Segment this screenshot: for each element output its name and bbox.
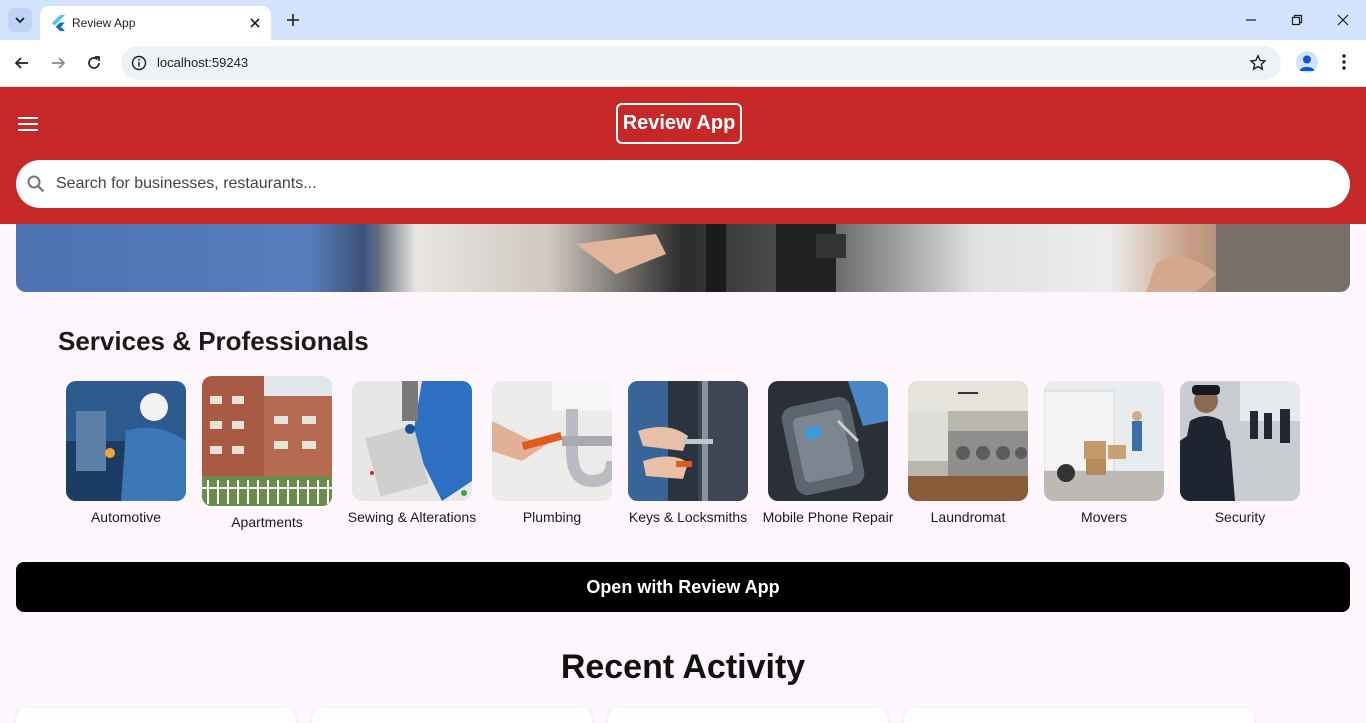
search-bar[interactable] (16, 160, 1350, 208)
security-image (1180, 381, 1300, 501)
plumber-photo (16, 224, 1350, 292)
minimize-button[interactable] (1241, 10, 1261, 30)
url-text: localhost:59243 (157, 55, 249, 70)
service-item-automotive[interactable]: Automotive (66, 381, 186, 525)
browser-menu-button[interactable] (1334, 52, 1354, 72)
activity-card[interactable] (312, 708, 592, 723)
tab-title: Review App (72, 16, 136, 30)
services-section-title: Services & Professionals (58, 326, 369, 356)
close-window-button[interactable] (1333, 10, 1353, 30)
activity-card[interactable] (904, 708, 1254, 723)
new-tab-button[interactable] (283, 10, 303, 30)
phone-repair-image (768, 381, 888, 501)
service-item-locksmiths[interactable]: Keys & Locksmiths (628, 381, 748, 525)
open-with-app-button[interactable]: Open with Review App (16, 562, 1350, 612)
reload-button[interactable] (82, 51, 106, 75)
laundromat-image (908, 381, 1028, 501)
service-item-sewing[interactable]: Sewing & Alterations (348, 381, 476, 525)
arrow-right-icon (52, 57, 66, 69)
minimize-icon (1246, 19, 1256, 21)
service-item-movers[interactable]: Movers (1044, 381, 1164, 525)
info-icon[interactable] (131, 55, 147, 71)
movers-image (1044, 381, 1164, 501)
service-item-laundromat[interactable]: Laundromat (908, 381, 1028, 525)
forward-button[interactable] (46, 51, 70, 75)
activity-card[interactable] (608, 708, 888, 723)
sewing-image (352, 381, 472, 501)
person-icon (1299, 55, 1315, 71)
activity-card[interactable] (16, 708, 296, 723)
locksmith-image (628, 381, 748, 501)
automotive-image (66, 381, 186, 501)
more-vertical-icon (1342, 54, 1346, 70)
hero-banner-image (16, 224, 1350, 292)
chevron-down-icon (15, 17, 25, 24)
address-bar[interactable]: localhost:59243 (121, 46, 1281, 80)
restore-icon (1291, 14, 1303, 26)
service-item-plumbing[interactable]: Plumbing (492, 381, 612, 525)
service-item-phone-repair[interactable]: Mobile Phone Repair (763, 381, 893, 525)
back-button[interactable] (10, 51, 34, 75)
browser-tab[interactable]: Review App (40, 6, 271, 40)
reload-icon (88, 56, 100, 69)
service-item-apartments[interactable]: Apartments (202, 376, 332, 530)
bookmark-star-icon[interactable] (1249, 54, 1267, 72)
search-icon (27, 175, 45, 193)
close-icon (1337, 14, 1349, 26)
profile-avatar-icon[interactable] (1296, 51, 1318, 73)
plus-icon (287, 14, 299, 26)
service-item-security[interactable]: Security (1180, 381, 1300, 525)
app-header: Review App (0, 87, 1366, 224)
search-input[interactable] (56, 160, 1326, 208)
restore-button[interactable] (1287, 10, 1307, 30)
browser-toolbar: localhost:59243 (0, 40, 1366, 87)
plumbing-image (492, 381, 612, 501)
browser-tab-strip: Review App (0, 0, 1366, 40)
recent-activity-title: Recent Activity (560, 648, 806, 686)
service-label: Security (1214, 509, 1266, 525)
menu-icon[interactable] (18, 117, 38, 131)
app-logo[interactable]: Review App (616, 103, 742, 144)
close-tab-icon[interactable] (247, 15, 263, 31)
arrow-left-icon (14, 57, 28, 69)
tab-search-button[interactable] (8, 8, 32, 32)
flutter-icon (52, 15, 65, 31)
apartments-image (202, 376, 332, 506)
